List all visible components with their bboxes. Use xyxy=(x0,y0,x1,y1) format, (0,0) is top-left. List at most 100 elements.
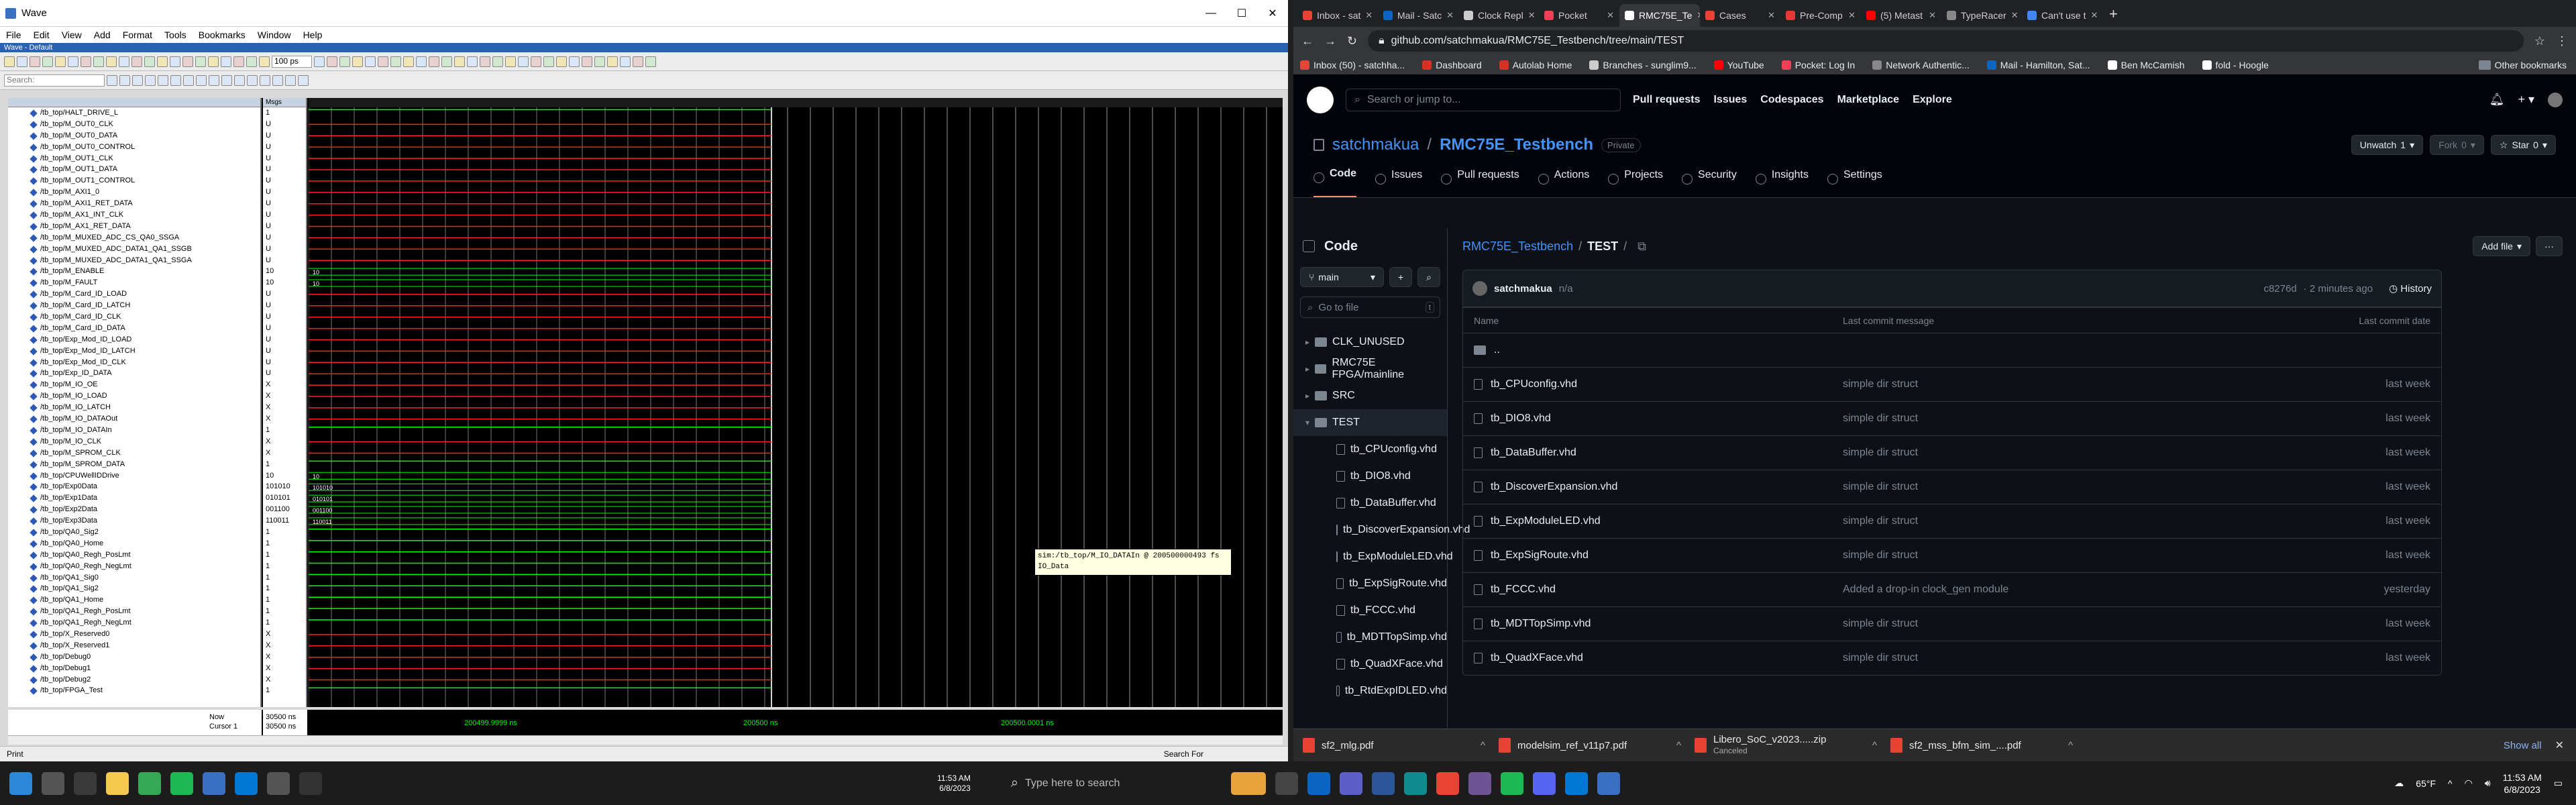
tree-item[interactable]: tb_ExpModuleLED.vhd xyxy=(1293,543,1453,570)
chevron-up-icon[interactable]: ^ xyxy=(1481,740,1485,751)
signal-row[interactable]: /tb_top/Exp1Data xyxy=(8,492,260,504)
toolbar-icon[interactable] xyxy=(594,56,605,67)
new-tab-icon[interactable]: + xyxy=(2109,5,2118,23)
tree-item[interactable]: tb_MDTTopSimp.vhd xyxy=(1293,624,1447,651)
toolbar-icon[interactable] xyxy=(378,56,388,67)
menu-item-edit[interactable]: Edit xyxy=(28,30,56,40)
signal-row[interactable]: /tb_top/M_OUT1_CONTROL xyxy=(8,175,260,186)
signal-row[interactable]: /tb_top/M_FAULT xyxy=(8,277,260,288)
toolbar-icon[interactable] xyxy=(260,74,270,86)
taskbar-search[interactable]: Type here to search xyxy=(1025,770,1226,797)
signal-row[interactable]: /tb_top/Exp_Mod_ID_LATCH xyxy=(8,345,260,357)
menu-item-tools[interactable]: Tools xyxy=(158,30,193,40)
toolbar-icon[interactable] xyxy=(157,56,168,67)
signal-row[interactable]: /tb_top/M_OUT1_CLK xyxy=(8,153,260,164)
bookmark-star-icon[interactable]: ☆ xyxy=(2534,34,2545,48)
toolbar-icon[interactable] xyxy=(183,74,194,86)
toolbar-icon[interactable] xyxy=(339,56,350,67)
copy-path-icon[interactable]: ⧉ xyxy=(1638,239,1646,254)
toolbar-icon[interactable] xyxy=(314,56,325,67)
signal-row[interactable]: /tb_top/Exp_Mod_ID_LOAD xyxy=(8,334,260,345)
download-item[interactable]: sf2_mss_bfm_sim_....pdf ^ xyxy=(1890,734,2086,757)
download-item[interactable]: Libero_SoC_v2023.....zip Canceled ^ xyxy=(1695,734,1890,757)
signal-row[interactable]: /tb_top/QA1_Regh_PosLmt xyxy=(8,606,260,617)
signal-row[interactable]: /tb_top/M_MUXED_ADC_DATA1_QA1_SSGB xyxy=(8,244,260,255)
parent-dir-link[interactable]: .. xyxy=(1494,344,1500,356)
signal-row[interactable]: /tb_top/Debug0 xyxy=(8,651,260,663)
chrome-icon[interactable] xyxy=(138,771,161,795)
signal-row[interactable]: /tb_top/Exp2Data xyxy=(8,504,260,515)
signal-row[interactable]: /tb_top/M_SPROM_DATA xyxy=(8,459,260,470)
fork-button[interactable]: Fork 0 ▾ xyxy=(2430,135,2484,155)
other-bookmarks[interactable]: Other bookmarks xyxy=(2478,60,2567,70)
word-icon[interactable] xyxy=(1372,771,1395,795)
toolbar-icon[interactable] xyxy=(30,56,40,67)
github-nav-item[interactable]: Issues xyxy=(1713,94,1747,105)
toolbar-icon[interactable] xyxy=(17,56,28,67)
bookmark-item[interactable]: YouTube xyxy=(1713,60,1764,70)
signal-row[interactable]: /tb_top/QA0_Regh_PosLmt xyxy=(8,549,260,561)
add-icon[interactable]: + xyxy=(1389,267,1413,287)
bookmark-item[interactable]: Network Authentic... xyxy=(1872,60,1970,70)
toolbar-icon[interactable] xyxy=(234,74,245,86)
signal-row[interactable]: /tb_top/M_Card_ID_LOAD xyxy=(8,288,260,300)
menu-item-bookmarks[interactable]: Bookmarks xyxy=(193,30,252,40)
github-desktop-icon[interactable] xyxy=(1468,771,1492,795)
browser-tab[interactable]: Inbox - sat ✕ xyxy=(1297,4,1378,27)
tree-item[interactable]: ▸ SRC xyxy=(1293,382,1447,409)
bookmark-item[interactable]: Mail - Hamilton, Sat... xyxy=(1986,60,2090,70)
toolbar-icon[interactable] xyxy=(633,56,643,67)
repo-tab-projects[interactable]: Projects xyxy=(1608,169,1663,197)
signal-row[interactable]: /tb_top/M_OUT1_DATA xyxy=(8,164,260,175)
tab-close-icon[interactable]: ✕ xyxy=(1365,10,1373,21)
signal-row[interactable]: /tb_top/QA1_Sig2 xyxy=(8,583,260,594)
signal-row[interactable]: /tb_top/X_Reserved1 xyxy=(8,640,260,651)
windows-start-icon[interactable] xyxy=(9,771,32,795)
unwatch-button[interactable]: Unwatch 1 ▾ xyxy=(2351,135,2424,155)
toolbar-icon[interactable] xyxy=(607,56,618,67)
tab-close-icon[interactable]: ✕ xyxy=(1768,10,1775,21)
signal-row[interactable]: /tb_top/M_Card_ID_LATCH xyxy=(8,300,260,311)
edge-icon[interactable] xyxy=(1404,771,1428,795)
toolbar-icon[interactable] xyxy=(119,56,129,67)
chevron-up-icon[interactable]: ^ xyxy=(1676,740,1681,751)
toolbar-icon[interactable] xyxy=(55,56,66,67)
tree-item[interactable]: tb_CPUconfig.vhd xyxy=(1293,436,1447,463)
horizontal-scrollbar[interactable] xyxy=(8,735,1283,745)
toolbar-icon[interactable] xyxy=(4,56,15,67)
goto-file-input[interactable]: ⌕ Go to file t xyxy=(1300,297,1440,318)
file-name-link[interactable]: tb_QuadXFace.vhd xyxy=(1491,652,1583,664)
toolbar-icon[interactable] xyxy=(131,56,142,67)
file-name-link[interactable]: tb_FCCC.vhd xyxy=(1491,584,1556,596)
toolbar-icon[interactable] xyxy=(403,56,414,67)
github-nav-item[interactable]: Explore xyxy=(1913,94,1952,105)
toolbar-icon[interactable] xyxy=(505,56,516,67)
toolbar-icon[interactable] xyxy=(556,56,567,67)
toolbar-icon[interactable] xyxy=(209,74,219,86)
tree-item[interactable]: tb_FCCC.vhd xyxy=(1293,597,1447,624)
waveform-plot[interactable]: 10 10 10 101010 010101 001100 110011 xyxy=(309,98,1283,707)
repo-tab-code[interactable]: Code xyxy=(1313,168,1356,197)
toolbar-icon[interactable] xyxy=(429,56,439,67)
toolbar-icon[interactable] xyxy=(365,56,376,67)
find-input[interactable]: Search: xyxy=(4,74,105,87)
signal-row[interactable]: /tb_top/M_IO_DATAOut xyxy=(8,413,260,425)
repo-tab-issues[interactable]: Issues xyxy=(1375,169,1422,197)
signal-row[interactable]: /tb_top/QA0_Sig2 xyxy=(8,527,260,538)
file-name-link[interactable]: tb_DataBuffer.vhd xyxy=(1491,447,1576,459)
signal-row[interactable]: /tb_top/M_MUXED_ADC_DATA1_QA1_SSGA xyxy=(8,255,260,266)
file-commit-message[interactable]: simple dir struct xyxy=(1843,515,2296,527)
discord-icon[interactable] xyxy=(1533,771,1556,795)
tree-item[interactable]: ▸ RMC75E FPGA/mainline xyxy=(1293,356,1447,382)
toolbar-icon[interactable] xyxy=(106,56,117,67)
file-commit-message[interactable]: simple dir struct xyxy=(1843,481,2296,493)
close-icon[interactable]: ✕ xyxy=(1257,7,1288,20)
close-downloads-icon[interactable]: ✕ xyxy=(2555,739,2564,752)
browser-tab[interactable]: Pre-Comp ✕ xyxy=(1780,4,1861,27)
browser-tab[interactable]: Clock Repl ✕ xyxy=(1458,4,1539,27)
chevron-up-icon[interactable]: ^ xyxy=(2068,740,2073,751)
signal-row[interactable]: /tb_top/M_OUT0_CONTROL xyxy=(8,142,260,153)
menu-item-add[interactable]: Add xyxy=(88,30,117,40)
toolbar-icon[interactable] xyxy=(620,56,631,67)
toolbar-icon[interactable] xyxy=(196,74,207,86)
